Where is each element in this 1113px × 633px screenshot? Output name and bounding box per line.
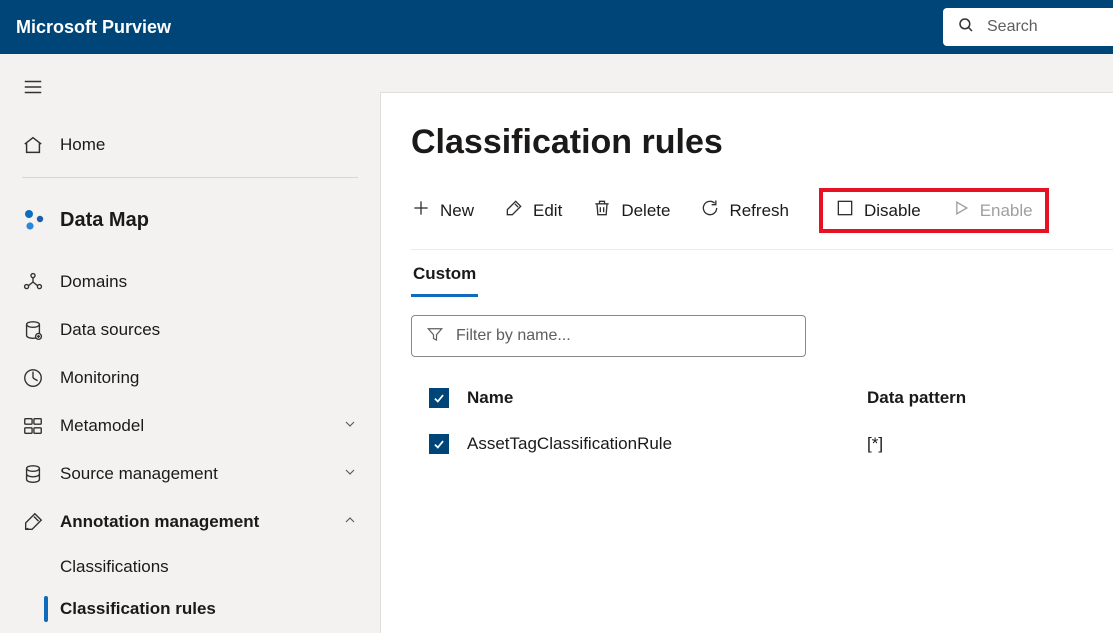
hamburger-icon [22,85,44,102]
app-title: Microsoft Purview [0,17,171,38]
sidebar-item-label: Home [60,135,105,155]
enable-button: Enable [951,198,1033,223]
chevron-down-icon [342,416,358,437]
column-header-name[interactable]: Name [467,388,867,408]
data-map-icon [22,208,60,232]
table-header: Name Data pattern [411,375,1113,421]
main-content: Classification rules New Edit [380,92,1113,633]
row-pattern-cell: [*] [867,434,1113,454]
source-management-icon [22,463,60,485]
button-label: Delete [621,201,670,221]
column-header-pattern[interactable]: Data pattern [867,388,1113,408]
rules-table: Name Data pattern AssetTagClassification… [411,375,1113,467]
sidebar: Home Data Map Domains [0,54,380,633]
button-label: Disable [864,201,921,221]
pencil-icon [504,198,524,223]
sidebar-subitem-classifications[interactable]: Classifications [22,546,358,588]
monitoring-icon [22,367,60,389]
sidebar-item-label: Annotation management [60,512,259,532]
sidebar-item-source-management[interactable]: Source management [22,450,358,498]
sidebar-item-label: Domains [60,272,127,292]
sidebar-item-metamodel[interactable]: Metamodel [22,402,358,450]
button-label: Refresh [729,201,789,221]
domains-icon [22,271,60,293]
disable-button[interactable]: Disable [835,198,921,223]
refresh-button[interactable]: Refresh [700,198,789,223]
chevron-up-icon [342,512,358,533]
select-all-checkbox[interactable] [429,388,449,408]
edit-button[interactable]: Edit [504,198,562,223]
sidebar-item-label: Monitoring [60,368,139,388]
sidebar-subitem-classification-rules[interactable]: Classification rules [22,588,358,630]
data-sources-icon [22,319,60,341]
button-label: New [440,201,474,221]
play-icon [951,198,971,223]
search-input[interactable] [985,17,1085,37]
annotation-management-icon [22,511,60,533]
sidebar-item-label: Data sources [60,320,160,340]
sidebar-subitem-label: Classification rules [60,599,216,619]
delete-button[interactable]: Delete [592,198,670,223]
metamodel-icon [22,415,60,437]
row-checkbox[interactable] [429,434,449,454]
sidebar-item-label: Source management [60,464,218,484]
sidebar-item-label: Data Map [60,209,149,232]
divider [22,177,358,178]
filter-input[interactable] [454,326,791,346]
sidebar-section-data-map[interactable]: Data Map [22,196,358,244]
sidebar-item-label: Metamodel [60,416,144,436]
top-bar: Microsoft Purview [0,0,1113,54]
sidebar-item-data-sources[interactable]: Data sources [22,306,358,354]
row-name-cell: AssetTagClassificationRule [467,434,867,454]
menu-toggle-button[interactable] [0,72,380,121]
button-label: Edit [533,201,562,221]
new-button[interactable]: New [411,198,474,223]
highlight-annotation: Disable Enable [819,188,1049,233]
chevron-down-icon [342,464,358,485]
tab-custom[interactable]: Custom [411,264,478,297]
plus-icon [411,198,431,223]
sidebar-item-annotation-management[interactable]: Annotation management [22,498,358,546]
filter-icon [426,325,444,348]
toolbar: New Edit Delete [411,188,1113,250]
tabs: Custom [411,264,1113,297]
button-label: Enable [980,201,1033,221]
square-icon [835,198,855,223]
home-icon [22,134,60,156]
search-icon [957,16,975,39]
search-box[interactable] [943,8,1113,46]
sidebar-item-monitoring[interactable]: Monitoring [22,354,358,402]
page-title: Classification rules [411,123,1113,162]
table-row[interactable]: AssetTagClassificationRule [*] [411,421,1113,467]
sidebar-item-domains[interactable]: Domains [22,258,358,306]
refresh-icon [700,198,720,223]
trash-icon [592,198,612,223]
filter-box[interactable] [411,315,806,357]
sidebar-subitem-label: Classifications [60,557,169,577]
sidebar-item-home[interactable]: Home [22,121,358,169]
